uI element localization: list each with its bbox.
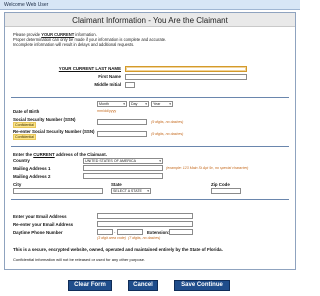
city-label: City <box>13 182 22 187</box>
ssn-reenter-confidential-badge: Confidential <box>13 134 36 140</box>
phone-label: Daytime Phone Number <box>13 230 63 235</box>
save-continue-button[interactable]: Save Continue <box>174 280 230 291</box>
dob-day-select[interactable]: Day ▾ <box>129 101 149 107</box>
dob-year-value: Year <box>153 102 161 106</box>
phone-number-input[interactable] <box>117 229 143 235</box>
last-name-input[interactable] <box>125 66 247 72</box>
zip-code-label: Zip Code <box>211 182 230 187</box>
ssn-reenter-hint: (9 digits, no dashes) <box>151 132 184 136</box>
chevron-down-icon: ▾ <box>147 189 149 193</box>
section-divider <box>11 146 289 147</box>
zip-code-input[interactable] <box>211 188 241 194</box>
first-name-label: First Name <box>98 74 121 79</box>
ssn-input[interactable] <box>97 119 147 125</box>
chevron-down-icon: ▾ <box>169 102 171 106</box>
clear-form-button[interactable]: Clear Form <box>68 280 112 291</box>
mailing-address-1-hint: (example: 123 Main St Apt 9c, no special… <box>166 166 249 170</box>
extension-input[interactable] <box>169 229 193 235</box>
dob-month-value: Month <box>99 102 109 106</box>
ssn-hint: (9 digits, no dashes) <box>151 120 184 124</box>
section-divider <box>11 199 289 200</box>
section-divider <box>11 97 289 98</box>
extension-label: Extension: <box>147 230 170 235</box>
secure-site-notice: This is a secure, encrypted website, own… <box>13 247 223 252</box>
state-value: SELECT A STATE <box>113 189 142 193</box>
chevron-down-icon: ▾ <box>145 102 147 106</box>
dob-format-hint: mm/dd/yyyy <box>97 109 117 113</box>
ssn-reenter-input[interactable] <box>97 131 147 137</box>
city-input[interactable] <box>13 188 103 194</box>
confidentiality-notice: Confidential information will not be rel… <box>13 257 146 262</box>
middle-initial-label: Middle Initial <box>94 82 121 87</box>
country-value: UNITED STATES OF AMERICA <box>85 159 136 163</box>
email-input[interactable] <box>97 213 193 219</box>
address-heading-text: Enter the <box>13 152 34 157</box>
phone-area-code-input[interactable] <box>97 229 113 235</box>
middle-initial-input[interactable] <box>125 82 135 88</box>
claimant-form: Claimant Information - You Are the Claim… <box>4 12 296 270</box>
country-select[interactable]: UNITED STATES OF AMERICA ▾ <box>83 158 163 164</box>
ssn-confidential-badge: Confidential <box>13 122 36 128</box>
last-name-label: YOUR CURRENT LAST NAME <box>58 66 121 71</box>
email-label: Enter your Email Address <box>13 214 67 219</box>
phone-number-hint: (7 digits, no dashes) <box>128 236 161 240</box>
state-select[interactable]: SELECT A STATE ▾ <box>111 188 151 194</box>
dob-year-select[interactable]: Year ▾ <box>151 101 173 107</box>
country-label: Country <box>13 158 30 163</box>
mailing-address-2-input[interactable] <box>83 173 163 179</box>
window-titlebar: Welcome Web User <box>0 0 300 10</box>
window-title: Welcome Web User <box>4 2 49 8</box>
address-heading: Enter the CURRENT address of the Claiman… <box>13 152 107 157</box>
first-name-input[interactable] <box>125 74 247 80</box>
dob-day-value: Day <box>131 102 138 106</box>
phone-separator: - <box>114 229 116 234</box>
state-label: State <box>111 182 122 187</box>
page-title: Claimant Information - You Are the Claim… <box>72 16 228 25</box>
mailing-address-2-label: Mailing Address 2 <box>13 174 51 179</box>
page-header: Claimant Information - You Are the Claim… <box>5 13 295 27</box>
mailing-address-1-input[interactable] <box>83 165 163 171</box>
intro-line-3: Incomplete information will result in de… <box>13 42 135 47</box>
dob-label: Date of Birth <box>13 109 40 114</box>
dob-month-select[interactable]: Month ▾ <box>97 101 127 107</box>
email-reenter-label: Re-enter your Email Address <box>13 222 74 227</box>
address-heading-emphasis: CURRENT <box>33 152 55 157</box>
address-heading-text-end: address of the Claimant. <box>54 152 107 157</box>
phone-area-code-hint: (3 digit area code) <box>97 236 126 240</box>
mailing-address-1-label: Mailing Address 1 <box>13 166 51 171</box>
chevron-down-icon: ▾ <box>159 159 161 163</box>
chevron-down-icon: ▾ <box>123 102 125 106</box>
email-reenter-input[interactable] <box>97 221 193 227</box>
cancel-button[interactable]: Cancel <box>128 280 158 291</box>
